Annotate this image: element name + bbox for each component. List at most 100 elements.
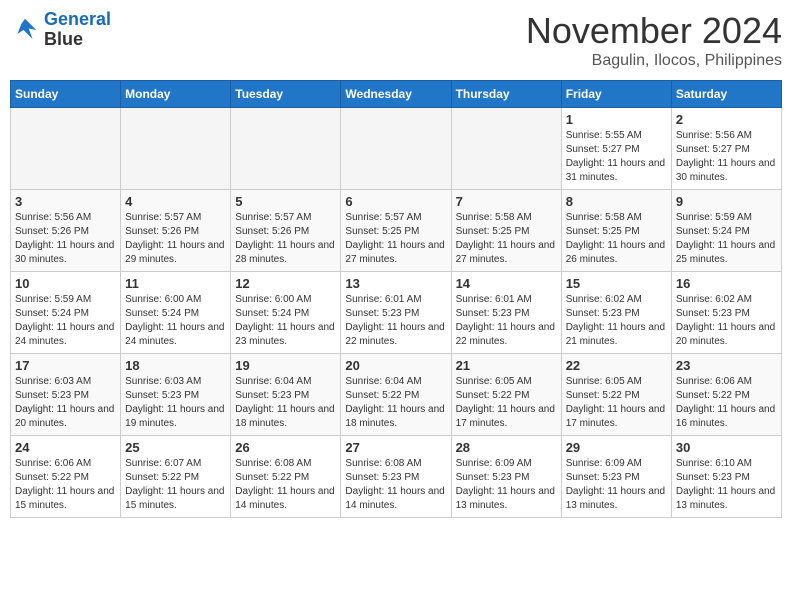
calendar-cell: 13Sunrise: 6:01 AMSunset: 5:23 PMDayligh… xyxy=(341,272,451,354)
day-info: Sunrise: 6:05 AMSunset: 5:22 PMDaylight:… xyxy=(566,375,667,431)
calendar-cell: 29Sunrise: 6:09 AMSunset: 5:23 PMDayligh… xyxy=(561,436,671,518)
day-info: Sunrise: 5:59 AMSunset: 5:24 PMDaylight:… xyxy=(676,211,777,267)
day-number: 22 xyxy=(566,358,667,373)
day-number: 2 xyxy=(676,112,777,127)
day-number: 7 xyxy=(456,194,557,209)
calendar-cell: 19 Sunrise: 6:04 AMSunset: 5:23 PMDayligh… xyxy=(231,354,341,436)
day-info: Sunrise: 5:58 AMSunset: 5:25 PMDaylight:… xyxy=(566,211,667,267)
day-info: Sunrise: 5:55 AMSunset: 5:27 PMDaylight:… xyxy=(566,129,667,185)
day-info: Sunrise: 6:07 AMSunset: 5:22 PMDaylight:… xyxy=(125,457,226,513)
day-number: 9 xyxy=(676,194,777,209)
day-info: Sunrise: 6:00 AMSunset: 5:24 PMDaylight:… xyxy=(235,293,336,349)
day-info: Sunrise: 6:03 AMSunset: 5:23 PMDaylight:… xyxy=(125,375,226,431)
weekday-header-tuesday: Tuesday xyxy=(231,81,341,108)
day-number: 21 xyxy=(456,358,557,373)
weekday-header-thursday: Thursday xyxy=(451,81,561,108)
logo-icon xyxy=(10,15,40,45)
day-number: 17 xyxy=(15,358,116,373)
day-number: 27 xyxy=(345,440,446,455)
calendar-week-5: 24 Sunrise: 6:06 AMSunset: 5:22 PMDayligh… xyxy=(11,436,782,518)
day-info: Sunrise: 6:01 AMSunset: 5:23 PMDaylight:… xyxy=(345,293,446,349)
day-number: 3 xyxy=(15,194,116,209)
calendar-cell: 22 Sunrise: 6:05 AMSunset: 5:22 PMDayligh… xyxy=(561,354,671,436)
day-info: Sunrise: 5:56 AMSunset: 5:26 PMDaylight:… xyxy=(15,211,116,267)
calendar-cell: 21 Sunrise: 6:05 AMSunset: 5:22 PMDayligh… xyxy=(451,354,561,436)
day-info: Sunrise: 5:57 AMSunset: 5:26 PMDaylight:… xyxy=(125,211,226,267)
calendar-cell xyxy=(451,108,561,190)
calendar-cell: 30 Sunrise: 6:10 AMSunset: 5:23 PMDayligh… xyxy=(671,436,781,518)
calendar-cell: 7 Sunrise: 5:58 AMSunset: 5:25 PMDaylight… xyxy=(451,190,561,272)
calendar-cell: 26 Sunrise: 6:08 AMSunset: 5:22 PMDayligh… xyxy=(231,436,341,518)
day-info: Sunrise: 5:58 AMSunset: 5:25 PMDaylight:… xyxy=(456,211,557,267)
logo: GeneralBlue xyxy=(10,10,111,50)
day-number: 16 xyxy=(676,276,777,291)
calendar-cell: 8 Sunrise: 5:58 AMSunset: 5:25 PMDaylight… xyxy=(561,190,671,272)
day-info: Sunrise: 6:01 AMSunset: 5:23 PMDaylight:… xyxy=(456,293,557,349)
page-header: GeneralBlue November 2024 Bagulin, Iloco… xyxy=(10,10,782,70)
day-number: 12 xyxy=(235,276,336,291)
calendar-cell: 1 Sunrise: 5:55 AMSunset: 5:27 PMDaylight… xyxy=(561,108,671,190)
day-number: 11 xyxy=(125,276,226,291)
calendar-cell: 4 Sunrise: 5:57 AMSunset: 5:26 PMDaylight… xyxy=(121,190,231,272)
calendar-cell: 14 Sunrise: 6:01 AMSunset: 5:23 PMDayligh… xyxy=(451,272,561,354)
day-number: 19 xyxy=(235,358,336,373)
calendar-cell: 11 Sunrise: 6:00 AMSunset: 5:24 PMDayligh… xyxy=(121,272,231,354)
day-number: 5 xyxy=(235,194,336,209)
day-number: 14 xyxy=(456,276,557,291)
day-info: Sunrise: 6:00 AMSunset: 5:24 PMDaylight:… xyxy=(125,293,226,349)
day-info: Sunrise: 6:02 AMSunset: 5:23 PMDaylight:… xyxy=(566,293,667,349)
day-number: 15 xyxy=(566,276,667,291)
day-number: 24 xyxy=(15,440,116,455)
weekday-header-sunday: Sunday xyxy=(11,81,121,108)
weekday-header-row: SundayMondayTuesdayWednesdayThursdayFrid… xyxy=(11,81,782,108)
calendar-cell: 10 Sunrise: 5:59 AMSunset: 5:24 PMDayligh… xyxy=(11,272,121,354)
calendar-cell: 20Sunrise: 6:04 AMSunset: 5:22 PMDayligh… xyxy=(341,354,451,436)
calendar-cell: 18 Sunrise: 6:03 AMSunset: 5:23 PMDayligh… xyxy=(121,354,231,436)
calendar-cell: 24 Sunrise: 6:06 AMSunset: 5:22 PMDayligh… xyxy=(11,436,121,518)
calendar-cell xyxy=(341,108,451,190)
day-info: Sunrise: 6:08 AMSunset: 5:22 PMDaylight:… xyxy=(235,457,336,513)
day-info: Sunrise: 6:09 AMSunset: 5:23 PMDaylight:… xyxy=(456,457,557,513)
weekday-header-saturday: Saturday xyxy=(671,81,781,108)
calendar-cell: 17 Sunrise: 6:03 AMSunset: 5:23 PMDayligh… xyxy=(11,354,121,436)
calendar-cell xyxy=(11,108,121,190)
day-number: 10 xyxy=(15,276,116,291)
day-info: Sunrise: 6:08 AMSunset: 5:23 PMDaylight:… xyxy=(345,457,446,513)
day-info: Sunrise: 6:05 AMSunset: 5:22 PMDaylight:… xyxy=(456,375,557,431)
calendar-cell: 25 Sunrise: 6:07 AMSunset: 5:22 PMDayligh… xyxy=(121,436,231,518)
calendar-cell: 15 Sunrise: 6:02 AMSunset: 5:23 PMDayligh… xyxy=(561,272,671,354)
day-info: Sunrise: 5:59 AMSunset: 5:24 PMDaylight:… xyxy=(15,293,116,349)
calendar-cell: 16 Sunrise: 6:02 AMSunset: 5:23 PMDayligh… xyxy=(671,272,781,354)
day-number: 25 xyxy=(125,440,226,455)
calendar-cell: 9 Sunrise: 5:59 AMSunset: 5:24 PMDaylight… xyxy=(671,190,781,272)
title-area: November 2024 Bagulin, Ilocos, Philippin… xyxy=(526,10,782,70)
day-info: Sunrise: 6:06 AMSunset: 5:22 PMDaylight:… xyxy=(15,457,116,513)
day-info: Sunrise: 6:04 AMSunset: 5:23 PMDaylight:… xyxy=(235,375,336,431)
day-number: 1 xyxy=(566,112,667,127)
weekday-header-monday: Monday xyxy=(121,81,231,108)
day-number: 20 xyxy=(345,358,446,373)
day-number: 29 xyxy=(566,440,667,455)
weekday-header-wednesday: Wednesday xyxy=(341,81,451,108)
day-number: 30 xyxy=(676,440,777,455)
day-number: 4 xyxy=(125,194,226,209)
day-info: Sunrise: 6:10 AMSunset: 5:23 PMDaylight:… xyxy=(676,457,777,513)
day-number: 8 xyxy=(566,194,667,209)
day-info: Sunrise: 5:57 AMSunset: 5:26 PMDaylight:… xyxy=(235,211,336,267)
calendar-cell: 3 Sunrise: 5:56 AMSunset: 5:26 PMDaylight… xyxy=(11,190,121,272)
calendar-week-3: 10 Sunrise: 5:59 AMSunset: 5:24 PMDayligh… xyxy=(11,272,782,354)
calendar-week-1: 1 Sunrise: 5:55 AMSunset: 5:27 PMDaylight… xyxy=(11,108,782,190)
calendar-cell: 2 Sunrise: 5:56 AMSunset: 5:27 PMDaylight… xyxy=(671,108,781,190)
day-number: 18 xyxy=(125,358,226,373)
weekday-header-friday: Friday xyxy=(561,81,671,108)
calendar-cell: 6Sunrise: 5:57 AMSunset: 5:25 PMDaylight… xyxy=(341,190,451,272)
calendar-cell: 28 Sunrise: 6:09 AMSunset: 5:23 PMDayligh… xyxy=(451,436,561,518)
day-info: Sunrise: 6:02 AMSunset: 5:23 PMDaylight:… xyxy=(676,293,777,349)
day-number: 28 xyxy=(456,440,557,455)
calendar-cell: 5 Sunrise: 5:57 AMSunset: 5:26 PMDaylight… xyxy=(231,190,341,272)
day-number: 26 xyxy=(235,440,336,455)
calendar-week-2: 3 Sunrise: 5:56 AMSunset: 5:26 PMDaylight… xyxy=(11,190,782,272)
day-info: Sunrise: 5:56 AMSunset: 5:27 PMDaylight:… xyxy=(676,129,777,185)
day-info: Sunrise: 6:03 AMSunset: 5:23 PMDaylight:… xyxy=(15,375,116,431)
day-info: Sunrise: 6:06 AMSunset: 5:22 PMDaylight:… xyxy=(676,375,777,431)
